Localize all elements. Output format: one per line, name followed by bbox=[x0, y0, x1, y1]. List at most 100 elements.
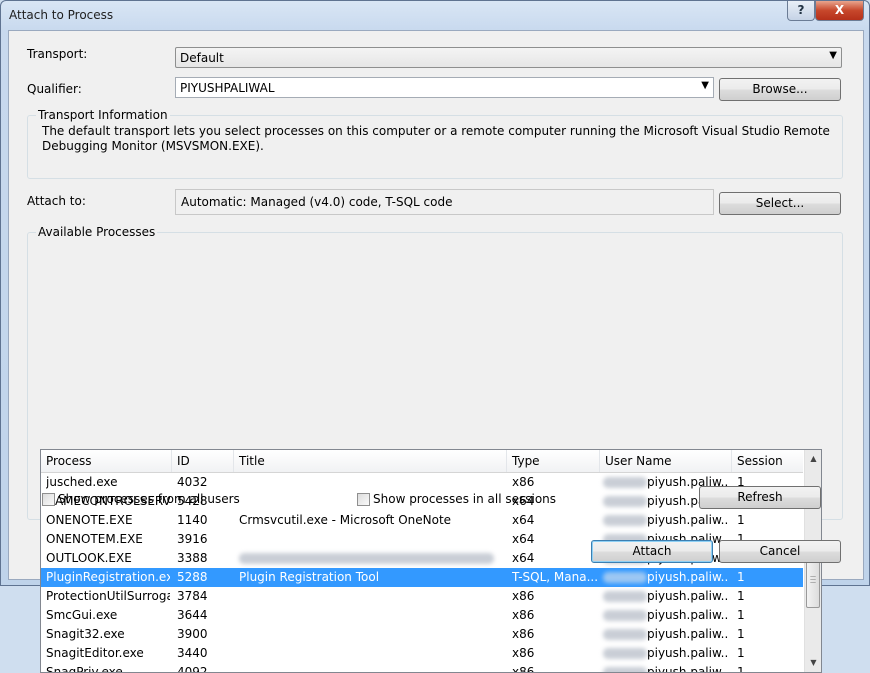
process-list-header: Process ID Title Type User Name Session bbox=[41, 450, 803, 473]
cell-type: x86 bbox=[512, 589, 535, 603]
table-row[interactable]: Snagit32.exe 3900 x86 piyush.paliw... 1 bbox=[41, 625, 803, 644]
grip-icon: — — — bbox=[810, 573, 816, 586]
cell-type: x64 bbox=[512, 532, 535, 546]
cell-id: 4092 bbox=[177, 665, 208, 672]
cell-session: 1 bbox=[737, 513, 745, 527]
cell-id: 1140 bbox=[177, 513, 208, 527]
redacted-domain bbox=[603, 629, 647, 640]
cell-type: x86 bbox=[512, 475, 535, 489]
table-row[interactable]: ProtectionUtilSurroga... 3784 x86 piyush.pa… bbox=[41, 587, 803, 606]
column-header-id[interactable]: ID bbox=[172, 450, 234, 472]
cell-type: x86 bbox=[512, 646, 535, 660]
redacted-domain bbox=[603, 648, 647, 659]
cell-title: Plugin Registration Tool bbox=[239, 570, 380, 584]
cell-user-name: piyush.paliw... bbox=[647, 608, 729, 622]
help-button[interactable]: ? bbox=[787, 1, 815, 21]
chevron-down-icon: ▼ bbox=[829, 50, 837, 61]
table-row[interactable]: SmcGui.exe 3644 x86 piyush.paliw... 1 bbox=[41, 606, 803, 625]
redacted-domain bbox=[603, 477, 647, 488]
cell-process: SnagPriv.exe bbox=[46, 665, 123, 672]
qualifier-value: PIYUSHPALIWAL bbox=[180, 81, 275, 95]
cell-session: 1 bbox=[737, 627, 745, 641]
cell-id: 3916 bbox=[177, 532, 208, 546]
table-row[interactable]: PluginRegistration.exe 5288 Plugin Registr… bbox=[41, 568, 803, 587]
refresh-button[interactable]: Refresh bbox=[699, 486, 821, 509]
table-row[interactable]: SnagPriv.exe 4092 x86 piyush.paliw... 1 bbox=[41, 663, 803, 672]
transport-dropdown[interactable]: Default ▼ bbox=[175, 47, 842, 68]
window-title: Attach to Process bbox=[9, 8, 114, 22]
all-sessions-label[interactable]: Show processes in all sessions bbox=[373, 492, 556, 506]
cell-user-name: piyush.paliw... bbox=[647, 646, 729, 660]
chevron-down-icon: ▼ bbox=[701, 80, 709, 91]
select-code-type-button[interactable]: Select... bbox=[719, 192, 841, 215]
cell-id: 5288 bbox=[177, 570, 208, 584]
column-header-user-name[interactable]: User Name bbox=[600, 450, 732, 472]
cell-title: Crmsvcutil.exe - Microsoft OneNote bbox=[239, 513, 452, 527]
cell-id: 3644 bbox=[177, 608, 208, 622]
cell-user-name: piyush.paliw... bbox=[647, 589, 729, 603]
redacted-domain bbox=[603, 496, 647, 507]
cell-type: x64 bbox=[512, 513, 535, 527]
cell-process: OUTLOOK.EXE bbox=[46, 551, 132, 565]
browse-button[interactable]: Browse... bbox=[719, 78, 841, 101]
all-users-checkbox[interactable] bbox=[42, 493, 55, 506]
cell-type: T-SQL, Mana... bbox=[512, 570, 598, 584]
redacted-domain bbox=[603, 591, 647, 602]
cell-user-name: piyush.paliw... bbox=[647, 570, 729, 584]
cell-id: 3440 bbox=[177, 646, 208, 660]
cell-process: ONENOTE.EXE bbox=[46, 513, 133, 527]
cell-type: x86 bbox=[512, 665, 535, 672]
column-header-process[interactable]: Process bbox=[41, 450, 172, 472]
cell-session: 1 bbox=[737, 646, 745, 660]
cell-session: 1 bbox=[737, 665, 745, 672]
available-processes-title: Available Processes bbox=[36, 225, 158, 239]
attach-button[interactable]: Attach bbox=[591, 540, 713, 563]
redacted-domain bbox=[603, 572, 647, 583]
scroll-down-icon[interactable]: ▼ bbox=[806, 655, 821, 671]
column-header-session[interactable]: Session bbox=[732, 450, 803, 472]
table-row[interactable]: SnagitEditor.exe 3440 x86 piyush.paliw... 1 bbox=[41, 644, 803, 663]
cell-process: jusched.exe bbox=[46, 475, 118, 489]
cell-id: 3784 bbox=[177, 589, 208, 603]
cell-session: 1 bbox=[737, 589, 745, 603]
cell-session: 1 bbox=[737, 570, 745, 584]
close-button[interactable]: X bbox=[815, 1, 864, 21]
cell-type: x86 bbox=[512, 627, 535, 641]
qualifier-label: Qualifier: bbox=[27, 82, 82, 96]
redacted-domain bbox=[603, 667, 647, 672]
redacted-domain bbox=[603, 515, 647, 526]
cell-process: Snagit32.exe bbox=[46, 627, 125, 641]
qualifier-combobox[interactable]: PIYUSHPALIWAL ▼ bbox=[175, 77, 714, 98]
attach-to-value: Automatic: Managed (v4.0) code, T-SQL co… bbox=[181, 195, 453, 209]
all-users-label[interactable]: Show processes from all users bbox=[58, 492, 240, 506]
cell-process: SnagitEditor.exe bbox=[46, 646, 144, 660]
column-header-type[interactable]: Type bbox=[507, 450, 600, 472]
redacted-domain bbox=[603, 610, 647, 621]
cell-process: ONENOTEM.EXE bbox=[46, 532, 143, 546]
dialog-body: Transport: Default ▼ Qualifier: PIYUSHPA… bbox=[8, 30, 864, 673]
cancel-button[interactable]: Cancel bbox=[719, 540, 841, 563]
transport-info-text: The default transport lets you select pr… bbox=[42, 124, 830, 153]
all-sessions-checkbox[interactable] bbox=[357, 493, 370, 506]
cell-id: 3900 bbox=[177, 627, 208, 641]
cell-type: x64 bbox=[512, 551, 535, 565]
table-row[interactable]: jusched.exe 4032 x86 piyush.paliw... 1 bbox=[41, 473, 803, 492]
cell-type: x86 bbox=[512, 608, 535, 622]
transport-info-group: Transport Information The default transp… bbox=[27, 108, 843, 179]
title-bar: Attach to Process ? X bbox=[1, 1, 869, 29]
transport-info-title: Transport Information bbox=[36, 108, 170, 122]
transport-label: Transport: bbox=[27, 47, 88, 61]
attach-to-label: Attach to: bbox=[27, 194, 86, 208]
cell-process: ProtectionUtilSurroga... bbox=[46, 589, 170, 603]
table-row[interactable]: ONENOTE.EXE 1140 Crmsvcutil.exe - Microsof… bbox=[41, 511, 803, 530]
scroll-up-icon[interactable]: ▲ bbox=[806, 451, 821, 467]
column-header-title[interactable]: Title bbox=[234, 450, 507, 472]
transport-value: Default bbox=[180, 51, 224, 65]
available-processes-group: Available Processes Process ID Title Typ… bbox=[27, 225, 843, 673]
cell-id: 4032 bbox=[177, 475, 208, 489]
cell-user-name: piyush.paliw... bbox=[647, 627, 729, 641]
cell-user-name: piyush.paliw... bbox=[647, 513, 729, 527]
attach-to-process-dialog: Attach to Process ? X Transport: Default… bbox=[0, 0, 870, 673]
cell-process: SmcGui.exe bbox=[46, 608, 118, 622]
redacted-title bbox=[239, 553, 494, 564]
